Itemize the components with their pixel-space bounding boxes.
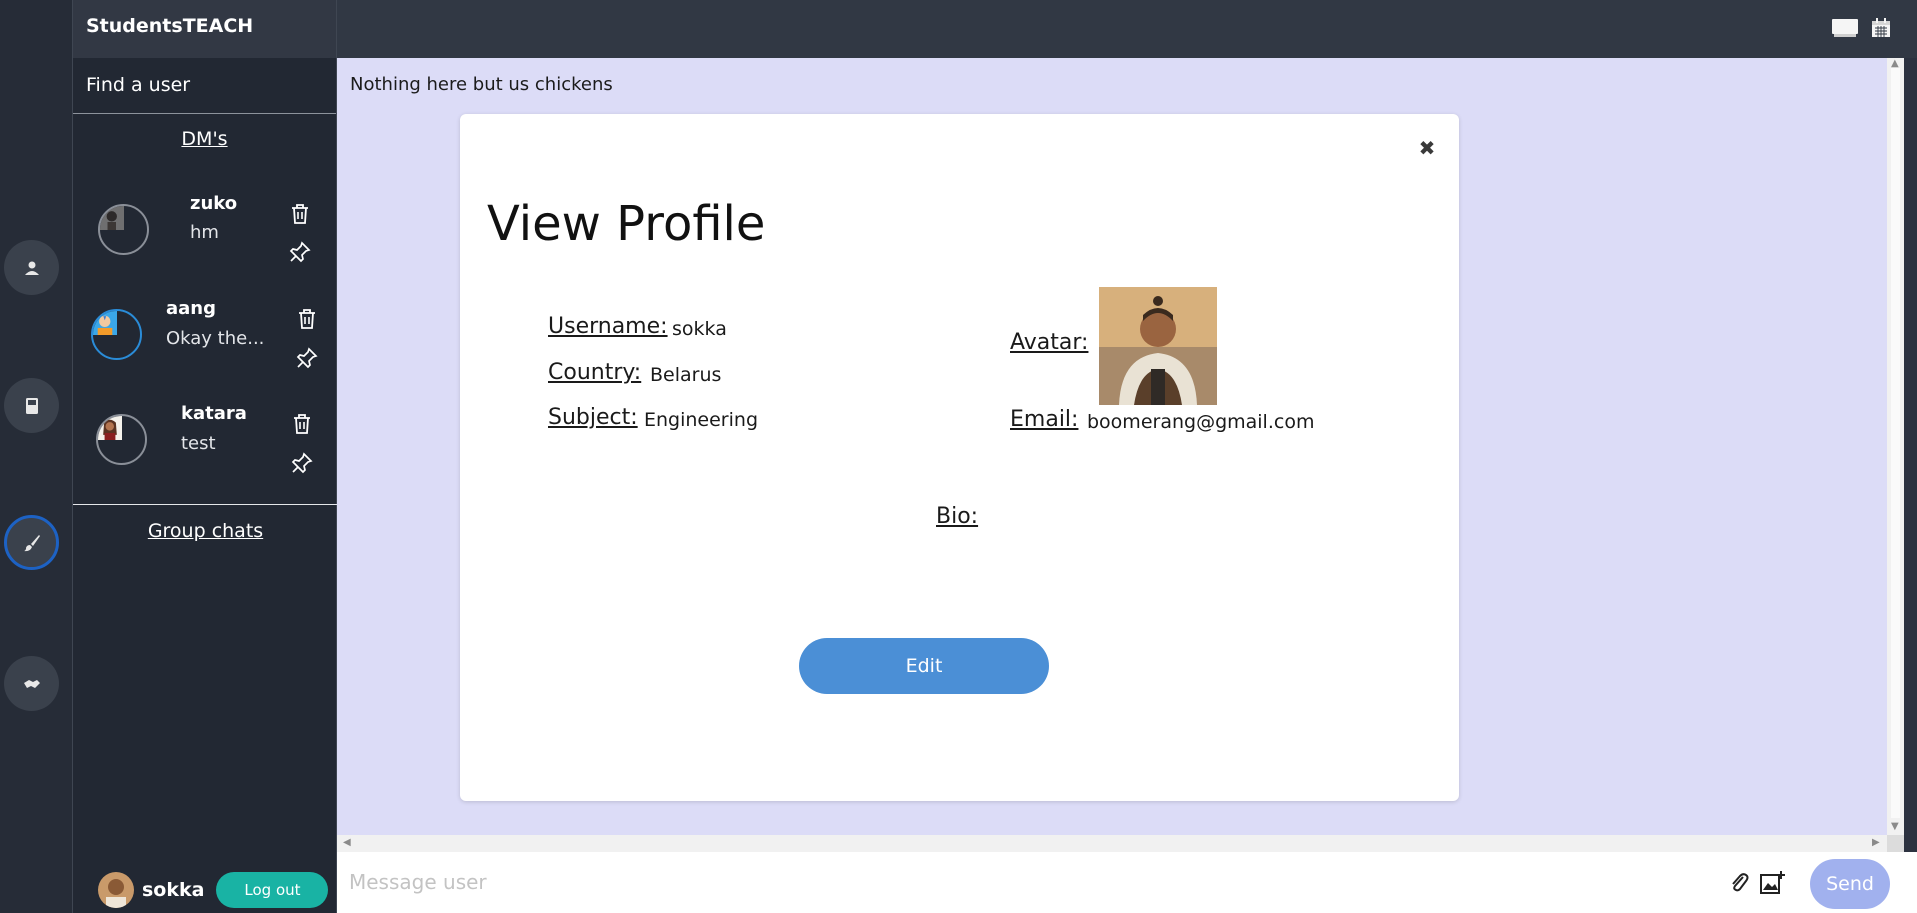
subject-label: Subject: [548,405,638,430]
dm-name: aang [166,298,216,319]
pin-dm-button[interactable] [294,344,320,372]
left-rail [0,0,72,913]
app-brand[interactable]: StudentsTEACH [73,0,336,58]
bio-label: Bio: [936,504,979,529]
pin-icon [289,241,311,263]
trash-icon [299,309,315,329]
edit-profile-button[interactable]: Edit [799,638,1049,694]
avatar [98,204,149,255]
dm-last-message: hm [190,222,219,243]
country-label: Country: [548,360,642,385]
send-button[interactable]: Send [1810,859,1890,909]
scroll-left-icon[interactable]: ◀ [343,837,351,848]
sidebar-divider [73,504,338,505]
avatar [98,872,134,908]
username-label: Username: [548,314,668,339]
pin-icon [291,452,313,474]
subject-value: Engineering [644,409,758,431]
rail-paint-button[interactable] [4,515,59,570]
user-icon [24,261,39,275]
handshake-icon [23,679,40,688]
calendar-icon[interactable] [1870,17,1892,39]
rail-book-button[interactable] [4,378,59,433]
scrollbar-corner [1887,835,1904,852]
rail-handshake-button[interactable] [4,656,59,711]
scroll-right-icon[interactable]: ▶ [1872,837,1880,848]
current-user-name: sokka [142,879,205,901]
vertical-scrollbar[interactable]: ▲ ▼ [1887,58,1904,835]
pin-dm-button[interactable] [287,238,313,266]
trash-icon [294,414,310,434]
email-label: Email: [1010,407,1079,432]
dm-name: katara [181,403,247,424]
dm-item-aang[interactable]: aang Okay the... [73,283,338,383]
profile-avatar-image [1099,287,1217,405]
pin-dm-button[interactable] [289,449,315,477]
message-composer: Send [337,852,1917,913]
close-icon[interactable]: ✖ [1415,136,1439,160]
sidebar: StudentsTEACH Find a user DM's zuko hm a… [72,0,338,913]
country-value: Belarus [650,364,722,386]
paintbrush-icon [23,534,40,551]
dm-item-zuko[interactable]: zuko hm [73,178,338,278]
avatar [91,309,142,360]
find-user-link[interactable]: Find a user [73,58,336,114]
horizontal-scrollbar[interactable]: ◀ ▶ [337,835,1887,852]
paperclip-icon[interactable] [1728,869,1750,897]
dm-name: zuko [190,193,238,214]
pin-icon [296,347,318,369]
book-icon [25,397,38,414]
top-bar [337,0,1917,58]
dm-last-message: Okay the... [166,328,265,349]
delete-dm-button[interactable] [294,305,320,333]
dm-last-message: test [181,433,216,454]
whiteboard-icon[interactable] [1831,17,1859,39]
dms-heading[interactable]: DM's [73,128,336,150]
add-image-icon[interactable] [1759,869,1787,897]
avatar-label: Avatar: [1010,330,1089,355]
view-profile-modal: ✖ View Profile Username: sokka Country: … [460,114,1459,801]
empty-chat-note: Nothing here but us chickens [350,74,613,95]
delete-dm-button[interactable] [289,410,315,438]
group-chats-heading[interactable]: Group chats [73,520,338,542]
avatar [96,414,147,465]
scroll-thumb[interactable] [1891,68,1900,818]
scroll-down-icon[interactable]: ▼ [1891,821,1899,832]
dm-item-katara[interactable]: katara test [73,388,338,488]
email-value: boomerang@gmail.com [1087,411,1315,433]
current-user: sokka Log out [98,872,329,908]
rail-user-button[interactable] [4,240,59,295]
trash-icon [292,204,308,224]
username-value: sokka [672,318,727,340]
message-input[interactable] [349,866,1729,898]
logout-button[interactable]: Log out [216,872,329,908]
modal-title: View Profile [487,196,766,252]
delete-dm-button[interactable] [287,200,313,228]
